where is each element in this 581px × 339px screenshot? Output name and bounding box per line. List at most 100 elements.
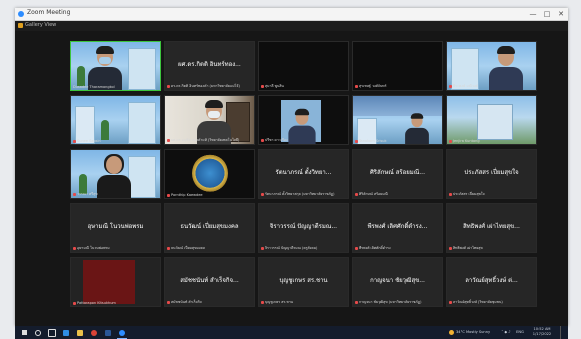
close-button[interactable]: ✕ <box>554 8 568 20</box>
search-button[interactable] <box>33 326 43 339</box>
participant-tile[interactable]: Dusadee Tharamongkol <box>70 41 161 91</box>
mic-muted-icon <box>73 192 76 196</box>
participant-tile[interactable]: สมัชชนันท์ สำเร็จกิจ... สมัชชนันท์ สำเร็จ… <box>164 257 255 307</box>
participant-tile[interactable]: ผศ.ดร.อนุชิต ทองคำแท้ (วิทยาลัยเทคโนโลยี… <box>164 95 255 145</box>
weather-icon[interactable] <box>447 326 455 339</box>
mic-muted-icon <box>167 246 170 250</box>
zoom-app-icon <box>18 11 24 17</box>
participant-tile[interactable]: Tanakorn Srisuk <box>352 95 443 145</box>
participant-tile[interactable]: Pornthip Kaewdee <box>164 149 255 199</box>
participant-tile[interactable]: ประภัสสร เปี่ยมสุขใจ ประภัสสร เปี่ยมสุขใจ <box>446 149 537 199</box>
mic-muted-icon <box>261 84 264 88</box>
participant-tile[interactable]: Jenjira Kuntong <box>446 95 537 145</box>
participant-tile[interactable]: พีรพงศ์ เลิศศักดิ์ดำรง... พีรพงศ์ เลิศศัก… <box>352 203 443 253</box>
participant-name-text: Pornthip Kaewdee <box>171 193 203 197</box>
participant-tile[interactable]: สิทธิพงศ์ เผ่าไทยสุข... สิทธิพงศ์ เผ่าไทย… <box>446 203 537 253</box>
participant-display-name: จิราวรรณ์ ปัญญาดีรมณ... <box>269 223 338 230</box>
participant-name-text: สุมาลี พูนสิน <box>265 84 284 88</box>
participant-name-text: ดร.ดร.กิตติ อินทร์ทองคำ (มหาวิทยาลัยแม่โ… <box>171 84 240 88</box>
participant-name-label: ศิริลักษณ์ สร้อยมณี <box>355 191 440 197</box>
participant-video <box>447 96 536 144</box>
participant-name-text: Tanakorn Srisuk <box>359 139 387 143</box>
participant-video <box>165 150 254 198</box>
participant-tile[interactable]: จิราวรรณ์ ปัญญาดีรมณ... จิราวรรณ์ ปัญญาดี… <box>258 203 349 253</box>
participant-tile[interactable]: Sunee Sapsin <box>70 95 161 145</box>
participant-name-text: สิทธิพงศ์ เผ่าไทยสุข <box>453 246 483 250</box>
view-toggle-label[interactable]: Gallery View <box>25 22 56 28</box>
gallery-grid: Dusadee Tharamongkol ผศ.ดร.กิตติ อินทร์ทอ… <box>70 41 538 309</box>
participant-name-text: พีรพงศ์ เลิศศักดิ์ดำรง <box>359 246 391 250</box>
participant-tile[interactable]: ศิริลักษณ์ สร้อยมณี... ศิริลักษณ์ สร้อยมณ… <box>352 149 443 199</box>
mic-muted-icon <box>73 246 76 250</box>
clock[interactable]: 10:52 AM 1/17/2022 <box>527 326 557 339</box>
participant-tile[interactable]: รัตนาภรณ์ ตั้งวิทยา... รัตนาภรณ์ ตั้งวิทย… <box>258 149 349 199</box>
participant-tile[interactable]: สุมาลี พูนสิน <box>258 41 349 91</box>
participant-name-label: รัตนาภรณ์ ตั้งวิทยาสกุล (มหาวิทยาลัยราชภ… <box>261 191 346 197</box>
participant-tile[interactable]: ธนวัฒน์ เปี่ยมสุขมงคล ธนวัฒน์ เปี่ยมสุขมง… <box>164 203 255 253</box>
participant-name-label: วรรณา ศรีสุข <box>73 191 158 197</box>
edge-icon <box>63 329 69 336</box>
participant-name-label: ปรีชา ดาวเรือง <box>261 137 346 143</box>
participant-name-label: Pattarapon Kitsukhum <box>73 301 158 305</box>
mic-muted-icon <box>261 192 264 196</box>
mic-muted-icon <box>449 300 452 304</box>
participant-name-text: ลาวัณย์สุทธิ์วงษ์ (วิทยาลัยชุมชน) <box>453 300 503 304</box>
participant-name-text: กาญจนา ชัยวุฒิสุข (มหาวิทยาลัยราชภัฏ) <box>359 300 422 304</box>
word-icon <box>105 329 111 336</box>
taskbar-app-word[interactable] <box>103 326 113 339</box>
participant-name-text: รัตนาภรณ์ ตั้งวิทยาสกุล (มหาวิทยาลัยราชภ… <box>265 192 335 196</box>
participant-display-name: พีรพงศ์ เลิศศักดิ์ดำรง... <box>367 223 428 230</box>
mic-muted-icon <box>73 301 76 305</box>
windows-icon <box>21 330 27 335</box>
mic-muted-icon <box>355 84 358 88</box>
participant-display-name: อุษามณี โนวนพ่อพรม <box>87 223 144 230</box>
gallery-view-icon[interactable] <box>18 23 23 28</box>
participant-name-label: ผศ.ดร.อนุชิต ทองคำแท้ (วิทยาลัยเทคโนโลยี… <box>167 137 252 143</box>
tray-icons[interactable]: ˄ ◆ ♪ <box>498 326 514 339</box>
mic-muted-icon <box>261 138 264 142</box>
minimize-button[interactable]: — <box>526 8 540 20</box>
participant-display-name: ลาวัณย์สุทธิ์วงษ์ ต่... <box>465 277 518 284</box>
participant-tile[interactable]: ปรีชา ดาวเรือง <box>258 95 349 145</box>
mic-muted-icon <box>355 300 358 304</box>
taskbar-app-explorer[interactable] <box>75 326 85 339</box>
participant-name-label: Dusadee Tharamongkol <box>73 85 158 89</box>
mic-muted-icon <box>449 246 452 250</box>
maximize-button[interactable]: □ <box>540 8 554 20</box>
participant-name-label: ธีระพงษ์ มณีวงค์ <box>449 83 534 89</box>
task-view-button[interactable] <box>47 326 57 339</box>
participant-name-text: สุรเชษฐ์ วงศ์จันทร์ <box>359 84 387 88</box>
participant-tile[interactable]: ธีระพงษ์ มณีวงค์ <box>446 41 537 91</box>
participant-display-name: สมัชชนันท์ สำเร็จกิจ... <box>180 277 239 284</box>
participant-name-text: ปรีชา ดาวเรือง <box>265 138 288 142</box>
participant-name-text: ประภัสสร เปี่ยมสุขใจ <box>453 192 485 196</box>
taskbar-app-edge[interactable] <box>61 326 71 339</box>
taskbar-app-chrome[interactable] <box>89 326 99 339</box>
participant-name-label: บุญชูเกษร สร.ชาน <box>261 299 346 305</box>
participant-tile[interactable]: Pattarapon Kitsukhum <box>70 257 161 307</box>
search-icon <box>35 329 41 336</box>
participant-name-label: Tanakorn Srisuk <box>355 139 440 143</box>
participant-name-label: พีรพงศ์ เลิศศักดิ์ดำรง <box>355 245 440 251</box>
notification-button[interactable] <box>560 326 566 339</box>
participant-tile[interactable]: อุษามณี โนวนพ่อพรม อุษามณี โนวนพ่อพรม <box>70 203 161 253</box>
language-indicator[interactable]: ENG <box>515 326 525 339</box>
weather-text[interactable]: 34°C Mostly Sunny <box>456 326 496 339</box>
participant-tile[interactable]: บุญชูเกษร สร.ชาน บุญชูเกษร สร.ชาน <box>258 257 349 307</box>
zoom-window: Zoom Meeting — □ ✕ Gallery View Dusadee … <box>15 8 568 326</box>
participant-tile[interactable]: ผศ.ดร.กิตติ อินทร์ทอง... ดร.ดร.กิตติ อินท… <box>164 41 255 91</box>
mic-muted-icon <box>167 193 170 197</box>
participant-tile[interactable]: ลาวัณย์สุทธิ์วงษ์ ต่... ลาวัณย์สุทธิ์วงษ์… <box>446 257 537 307</box>
mic-muted-icon <box>73 139 76 143</box>
participant-tile[interactable]: สุรเชษฐ์ วงศ์จันทร์ <box>352 41 443 91</box>
participant-tile[interactable]: กาญจนา ชัยวุฒิสุข... กาญจนา ชัยวุฒิสุข (ม… <box>352 257 443 307</box>
participant-name-text: สมัชชนันท์ สำเร็จกิจ <box>171 300 202 304</box>
participant-name-label: สุมาลี พูนสิน <box>261 83 346 89</box>
participant-tile[interactable]: วรรณา ศรีสุข <box>70 149 161 199</box>
participant-display-name: ประภัสสร เปี่ยมสุขใจ <box>464 169 519 176</box>
participant-name-label: สิทธิพงศ์ เผ่าไทยสุข <box>449 245 534 251</box>
start-button[interactable] <box>19 326 29 339</box>
taskbar-app-zoom[interactable] <box>117 326 127 339</box>
mic-muted-icon <box>261 246 264 250</box>
participant-name-text: อุษามณี โนวนพ่อพรม <box>77 246 110 250</box>
